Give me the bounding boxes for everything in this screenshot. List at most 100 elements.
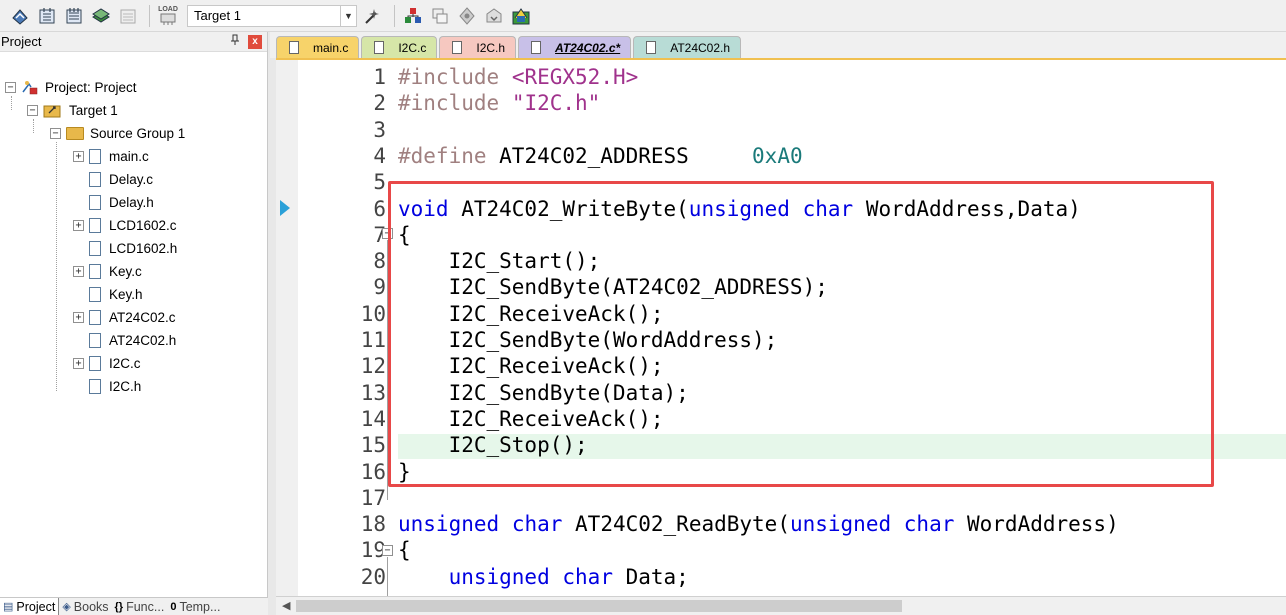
scrollbar-thumb[interactable] [296,600,902,612]
rebuild-icon[interactable] [62,4,86,28]
tab-books[interactable]: ◈ Books [59,598,111,615]
project-panel-header: Project x [0,32,267,52]
tree-item-file[interactable]: AT24C02.h [73,329,176,351]
collapse-icon[interactable]: − [382,545,393,556]
line-number: 14 [360,406,386,431]
code-line[interactable]: I2C_SendByte(AT24C02_ADDRESS); [398,274,828,300]
tree-item-file[interactable]: LCD1602.h [73,237,177,259]
code-line[interactable]: unsigned char AT24C02_ReadByte(unsigned … [398,511,1119,537]
tab-templates[interactable]: 0 Temp... [167,598,223,615]
line-number: 7 [373,222,386,247]
code-line[interactable]: unsigned char Data; [398,564,689,590]
code-line[interactable]: I2C_Start(); [398,248,601,274]
pin-icon[interactable] [228,34,242,49]
code-line[interactable]: void AT24C02_WriteByte(unsigned char Wor… [398,196,1081,222]
code-line[interactable]: #define AT24C02_ADDRESS 0xA0 [398,143,803,169]
project-icon [21,80,38,95]
code-editor[interactable]: 1 2 3 4 5 6 7 8 9 10 11 12 13 14 15 16 17 18 19 20 − − #inc… [276,58,1286,596]
tree-item-file[interactable]: Delay.h [73,191,154,213]
tree-item-label: Source Group 1 [90,125,186,141]
file-icon [89,240,101,256]
expand-icon[interactable]: + [73,219,84,231]
expand-icon[interactable]: + [73,311,84,323]
code-line[interactable]: I2C_SendByte(WordAddress); [398,327,778,353]
target-select[interactable]: Target 1 ▼ [187,4,357,27]
download-icon[interactable]: LOAD [156,4,180,28]
code-line[interactable]: #include <REGX52.H> [398,64,638,90]
line-numbers: 1 2 3 4 5 6 7 8 9 10 11 12 13 14 15 16 17 18 19 20 [298,60,386,596]
stop-build-icon[interactable] [116,4,140,28]
line-number: 3 [373,117,386,142]
project-panel-title: Project [1,34,42,49]
tree-connector [56,142,57,391]
file-icon [89,286,101,302]
tree-item-source-group[interactable]: − Source Group 1 [50,122,185,144]
expand-icon[interactable]: + [73,357,84,369]
collapse-icon[interactable]: − [50,127,61,139]
horizontal-scrollbar[interactable]: ◀ [276,596,1286,615]
pack-installer-icon[interactable] [482,4,506,28]
code-line[interactable]: I2C_SendByte(Data); [398,380,689,406]
build-icon[interactable] [35,4,59,28]
tree-item-label: AT24C02.h [109,332,177,348]
tab-label: Func... [126,599,165,614]
panel-splitter[interactable] [268,32,276,615]
tab-functions[interactable]: {} Func... [112,598,168,615]
code-line[interactable]: I2C_Stop(); [398,432,588,458]
collapse-icon[interactable]: − [27,104,38,116]
tree-item-file[interactable]: + I2C.c [73,352,141,374]
tree-item-file[interactable]: + AT24C02.c [73,306,176,328]
file-extensions-icon[interactable] [428,4,452,28]
software-packs-icon[interactable] [509,4,533,28]
batch-build-icon[interactable] [89,4,113,28]
code-line[interactable]: I2C_ReceiveAck(); [398,406,664,432]
editor-tabs: main.c I2C.c I2C.h AT24C02.c* AT24C02.h [270,32,1286,58]
code-line[interactable]: { [398,537,411,563]
target-options-icon[interactable] [361,4,385,28]
chevron-down-icon[interactable]: ▼ [340,5,356,26]
tab-i2c-c[interactable]: I2C.c [361,36,438,58]
tree-item-file[interactable]: + Key.c [73,260,142,282]
tree-item-file[interactable]: Key.h [73,283,143,305]
tab-main-c[interactable]: main.c [276,36,360,58]
tab-at24c02-c[interactable]: AT24C02.c* [518,36,632,58]
code-line[interactable]: I2C_ReceiveAck(); [398,301,664,327]
line-number: 19 [360,538,386,563]
code-line[interactable]: I2C_ReceiveAck(); [398,353,664,379]
keil-ide-window: LOAD Target 1 ▼ Project x − Project: Pro… [0,0,1286,615]
code-line[interactable]: #include "I2C.h" [398,90,600,116]
tree-item-target[interactable]: − Target 1 [27,99,118,121]
tab-i2c-h[interactable]: I2C.h [439,36,517,58]
expand-icon[interactable]: + [73,150,84,162]
scroll-left-icon[interactable]: ◀ [282,599,290,612]
line-number: 12 [360,354,386,379]
target-select-value: Target 1 [194,8,241,23]
line-number: 13 [360,380,386,405]
manage-components-icon[interactable] [401,4,425,28]
line-number: 2 [373,91,386,116]
close-icon[interactable]: x [248,34,262,49]
select-packs-icon[interactable] [455,4,479,28]
tree-item-label: Key.c [109,263,142,279]
line-number: 5 [373,170,386,195]
tab-at24c02-h[interactable]: AT24C02.h [633,36,742,58]
expand-icon[interactable]: + [73,265,84,277]
collapse-icon[interactable]: − [5,81,16,93]
code-line[interactable]: } [398,459,411,485]
file-icon [89,171,101,187]
line-number: 6 [373,196,386,221]
code-line[interactable]: { [398,222,411,248]
tree-item-file[interactable]: + main.c [73,145,149,167]
tree-item-file[interactable]: + LCD1602.c [73,214,177,236]
breakpoint-gutter[interactable] [276,60,298,596]
tree-item-file[interactable]: Delay.c [73,168,153,190]
line-number: 10 [360,301,386,326]
tree-item-label: LCD1602.c [109,217,177,233]
tree-item-project[interactable]: − Project: Project [5,76,137,98]
collapse-icon[interactable]: − [382,228,393,239]
tree-item-file[interactable]: I2C.h [73,375,141,397]
translate-icon[interactable] [8,4,32,28]
tab-project[interactable]: ▤ Project [0,597,60,615]
tab-label: Books [73,599,109,614]
code-area[interactable]: #include <REGX52.H> #include "I2C.h" #defi… [398,60,1286,596]
